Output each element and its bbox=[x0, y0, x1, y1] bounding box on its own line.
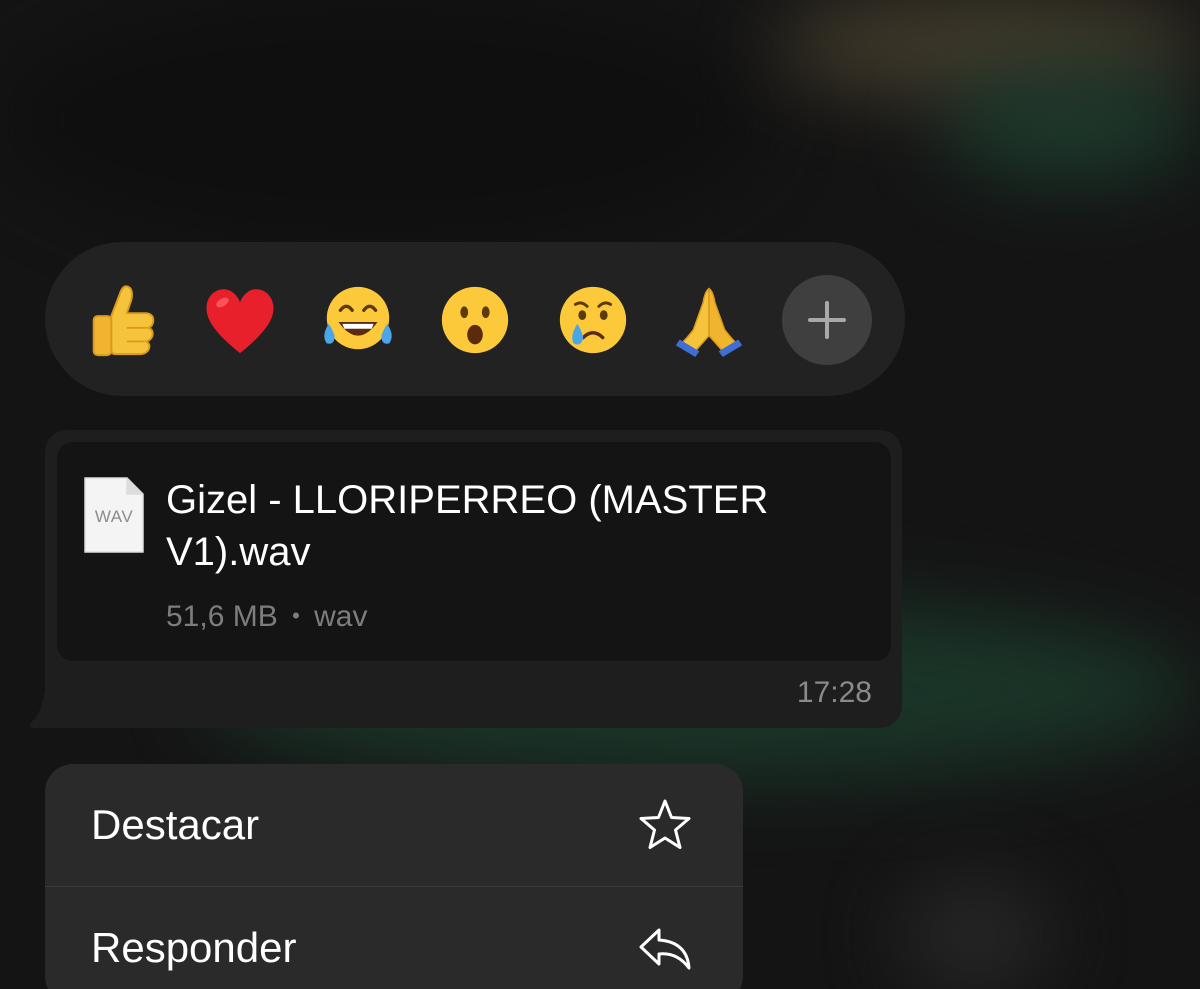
reaction-bar bbox=[45, 242, 905, 396]
meta-separator: • bbox=[292, 603, 300, 628]
file-name-line: Gizel - LLORIPERREO (MASTER bbox=[166, 478, 769, 522]
chat-screen: WAV Gizel - LLORIPERREO (MASTER V1).wav … bbox=[0, 0, 1200, 989]
file-attachment[interactable]: WAV Gizel - LLORIPERREO (MASTER V1).wav … bbox=[57, 442, 891, 661]
red-heart-reaction[interactable] bbox=[200, 280, 280, 360]
crying-face-icon bbox=[559, 286, 627, 354]
context-menu: Destacar Responder bbox=[45, 764, 743, 989]
more-reactions-button[interactable] bbox=[782, 275, 872, 365]
menu-item-star[interactable]: Destacar bbox=[45, 764, 743, 886]
crying-face-reaction[interactable] bbox=[553, 280, 633, 360]
file-meta: 51,6 MB • wav bbox=[166, 600, 367, 634]
message-time: 17:28 bbox=[796, 676, 872, 709]
menu-item-reply[interactable]: Responder bbox=[45, 886, 743, 989]
thumbs-up-icon bbox=[92, 285, 155, 357]
message-bubble[interactable]: WAV Gizel - LLORIPERREO (MASTER V1).wav … bbox=[45, 430, 902, 728]
file-extension: wav bbox=[314, 600, 368, 633]
folded-hands-reaction[interactable] bbox=[669, 280, 749, 360]
reply-icon bbox=[639, 928, 691, 969]
file-name-line: V1).wav bbox=[166, 530, 311, 574]
menu-item-label: Responder bbox=[91, 923, 297, 971]
heart-icon bbox=[206, 289, 274, 354]
plus-icon bbox=[808, 301, 846, 339]
surprised-face-icon bbox=[441, 286, 509, 354]
folded-hands-icon bbox=[675, 287, 743, 358]
background-blur bbox=[0, 0, 760, 240]
file-name: Gizel - LLORIPERREO (MASTER V1).wav bbox=[166, 474, 866, 578]
thumbs-up-reaction[interactable] bbox=[81, 280, 161, 360]
open-mouth-reaction[interactable] bbox=[435, 280, 515, 360]
star-icon bbox=[639, 799, 691, 849]
file-size: 51,6 MB bbox=[166, 600, 278, 633]
document-icon: WAV bbox=[83, 476, 145, 554]
file-type-badge: WAV bbox=[94, 507, 134, 526]
background-blur bbox=[940, 70, 1200, 180]
tears-of-joy-icon bbox=[324, 286, 392, 350]
menu-item-label: Destacar bbox=[91, 801, 260, 848]
background-blur bbox=[900, 880, 1050, 989]
tears-of-joy-reaction[interactable] bbox=[318, 280, 398, 360]
